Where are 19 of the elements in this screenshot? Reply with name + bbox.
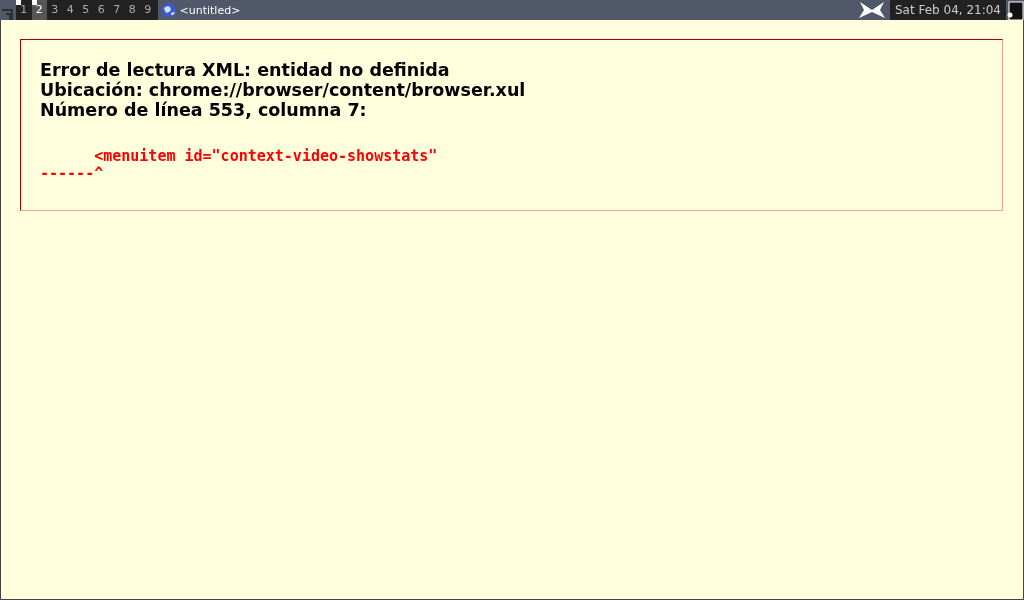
error-message: Número de línea 553, columna 7: bbox=[40, 100, 368, 120]
workspace-tab[interactable]: 2 bbox=[31, 0, 47, 20]
workspace-tab[interactable]: 6 bbox=[93, 0, 109, 20]
source-line: <menuitem id="context-video-showstats" bbox=[93, 148, 439, 165]
butterfly-icon[interactable] bbox=[857, 1, 886, 19]
workspace-tab[interactable]: 7 bbox=[109, 0, 125, 20]
workspace-tab[interactable]: 4 bbox=[62, 0, 78, 20]
workspace-tab[interactable]: 9 bbox=[140, 0, 156, 20]
window-title[interactable]: <untitled> bbox=[179, 3, 241, 17]
workspace-tab[interactable]: 8 bbox=[124, 0, 140, 20]
workspace-tab[interactable]: 3 bbox=[47, 0, 63, 20]
source-line: ------^ bbox=[40, 165, 105, 182]
globe-icon bbox=[160, 2, 177, 18]
error-message: Ubicación: chrome://browser/content/browser.xul bbox=[40, 80, 527, 100]
workspace-tab[interactable]: 1 bbox=[16, 0, 32, 20]
workspace-tab[interactable]: 5 bbox=[78, 0, 94, 20]
clock: Sat Feb 04, 21:04 bbox=[889, 0, 1006, 20]
error-message: Error de lectura XML: entidad no definida bbox=[40, 60, 451, 80]
window-icon[interactable] bbox=[1006, 0, 1024, 20]
